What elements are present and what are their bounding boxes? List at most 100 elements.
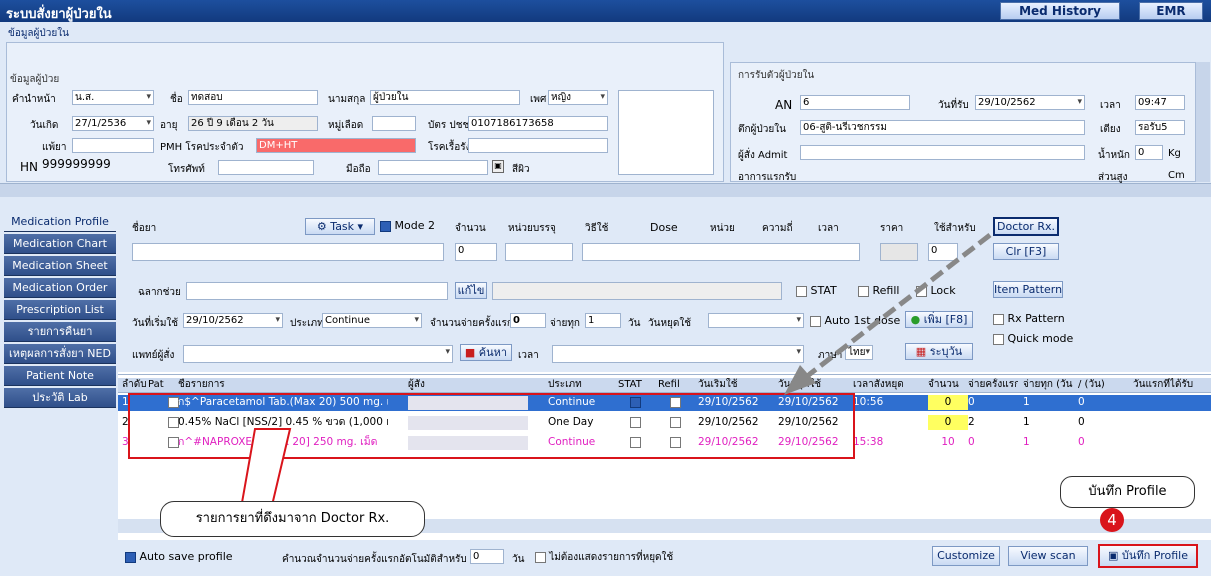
ward-field[interactable]: 06-สูติ-นรีเวชกรรม	[800, 120, 1085, 135]
grid-header-6[interactable]: Refil	[658, 378, 693, 392]
quick-mode-checkbox[interactable]: Quick mode	[993, 332, 1073, 345]
method-label: วิธีใช้	[585, 223, 609, 234]
tab-6[interactable]: เหตุผลการสั่งยา NED	[4, 344, 116, 364]
start-date-field[interactable]: 29/10/2562	[183, 313, 283, 328]
save-profile-button[interactable]: ▣ บันทึก Profile	[1098, 544, 1198, 568]
hn-field[interactable]: 999999999	[40, 158, 154, 173]
tab-4[interactable]: Prescription List	[4, 300, 116, 320]
autosave-checkbox[interactable]: Auto save profile	[125, 550, 233, 563]
qty-label: จำนวน	[455, 223, 486, 234]
tab-0[interactable]: Medication Profile	[4, 212, 116, 232]
mode2-checkbox[interactable]: Mode 2	[380, 219, 435, 232]
calc-label: คำนวณจำนวนจ่ายครั้งแรกอัตโนมัติสำหรับ	[282, 554, 467, 565]
grid-header-4[interactable]: ประเภท	[548, 378, 618, 392]
weight-label: น้ำหนัก	[1098, 150, 1130, 161]
grid-header-7[interactable]: วันเริ่มใช้	[698, 378, 768, 392]
emr-button[interactable]: EMR	[1139, 2, 1203, 20]
save-callout-label: บันทึก Profile	[1060, 476, 1195, 508]
mobile-field[interactable]	[378, 160, 488, 175]
drug-label: ชื่อยา	[132, 223, 157, 234]
weight-field[interactable]: 0	[1135, 145, 1163, 160]
grid-header-13[interactable]: / (วัน)	[1078, 378, 1128, 392]
clear-button[interactable]: Clr [F3]	[993, 243, 1059, 260]
allergy-label: แพ้ยา	[42, 142, 67, 153]
calc-unit: วัน	[512, 554, 525, 565]
admit-time-label: เวลา	[1100, 100, 1121, 111]
id-field[interactable]: 0107186173658	[468, 116, 608, 131]
arrow-annotation	[784, 233, 992, 395]
time2-field[interactable]	[552, 345, 804, 363]
sticker-field[interactable]	[186, 282, 448, 300]
bed-field[interactable]: รอรับ5	[1135, 120, 1185, 135]
scan-icon[interactable]: ▣	[492, 160, 504, 173]
grid-header-12[interactable]: จ่ายทุก (วัน	[1023, 378, 1078, 392]
type-select[interactable]: Continue	[322, 313, 422, 328]
med-history-button[interactable]: Med History	[1000, 2, 1120, 20]
view-scan-button[interactable]: View scan	[1008, 546, 1088, 566]
type-label: ประเภท	[290, 318, 324, 329]
tab-5[interactable]: รายการคืนยา	[4, 322, 116, 342]
time2-label: เวลา	[518, 350, 539, 361]
admit-scrollbar[interactable]	[1196, 62, 1210, 182]
cell-qty: 10	[941, 436, 955, 448]
every-label: จ่ายทุก	[550, 318, 580, 329]
pmh-field[interactable]: DM+HT	[256, 138, 416, 153]
dob-field[interactable]: 27/1/2536	[72, 116, 154, 131]
edit-button[interactable]: แก้ไข	[455, 282, 487, 299]
tab-1[interactable]: Medication Chart	[4, 234, 116, 254]
doctor-label: แพทย์ผู้สั่ง	[132, 350, 175, 361]
grid-header-2[interactable]: ชื่อรายการ	[178, 378, 388, 392]
task-button[interactable]: ⚙ Task ▾	[305, 218, 375, 235]
blood-field[interactable]	[372, 116, 416, 131]
patient-bar-label: ข้อมูลผู้ป่วยใน	[8, 28, 69, 39]
step-badge: 4	[1100, 508, 1124, 532]
cell-every: 1	[1023, 436, 1030, 448]
cell-per: 0	[1078, 436, 1085, 448]
every-field[interactable]: 1	[585, 313, 621, 328]
grid-header-14[interactable]: วันแรกที่ได้รับ	[1133, 378, 1211, 392]
pmh-label: PMH โรคประจำตัว	[160, 142, 244, 153]
drug-name-field[interactable]	[132, 243, 444, 261]
doctor-rx-button[interactable]: Doctor Rx.	[993, 217, 1059, 236]
unit-label: หน่วยบรรจุ	[508, 223, 556, 234]
tab-3[interactable]: Medication Order	[4, 278, 116, 298]
blood-label: หมู่เลือด	[328, 120, 364, 131]
id-label: บัตร ปชช.	[428, 120, 473, 131]
allergy-field[interactable]	[72, 138, 154, 153]
customize-button[interactable]: Customize	[932, 546, 1000, 566]
phone-field[interactable]	[218, 160, 314, 175]
cell-stop_time: 15:38	[853, 436, 884, 448]
chronic-field[interactable]	[468, 138, 608, 153]
rx-pattern-checkbox[interactable]: Rx Pattern	[993, 312, 1065, 325]
search-button[interactable]: ■ ค้นหา	[460, 344, 512, 361]
admit-date-label: วันที่รับ	[938, 100, 969, 111]
hide-stop-checkbox[interactable]: ไม่ต้องแสดงรายการที่หยุดใช้	[535, 550, 673, 565]
tab-7[interactable]: Patient Note	[4, 366, 116, 386]
first-dose-field[interactable]: 0	[510, 313, 546, 328]
tab-2[interactable]: Medication Sheet	[4, 256, 116, 276]
prefix-select[interactable]: น.ส.	[72, 90, 154, 105]
dob-label: วันเกิด	[30, 120, 59, 131]
unit-field[interactable]	[505, 243, 573, 261]
height-unit: Cm	[1168, 170, 1185, 181]
admit-time-field[interactable]: 09:47	[1135, 95, 1185, 110]
top-hscrollbar[interactable]	[0, 183, 1211, 197]
tab-8[interactable]: ประวัติ Lab	[4, 388, 116, 408]
doctor-field[interactable]	[183, 345, 453, 363]
surname-field[interactable]: ผู้ป่วยใน	[370, 90, 520, 105]
grid-header-5[interactable]: STAT	[618, 378, 653, 392]
admit-date-field[interactable]: 29/10/2562	[975, 95, 1085, 110]
dose-unit-label: หน่วย	[710, 223, 735, 234]
qty-field[interactable]: 0	[455, 243, 497, 261]
calc-field[interactable]: 0	[470, 549, 504, 564]
sex-select[interactable]: หญิง	[548, 90, 608, 105]
name-field[interactable]: ทดสอบ	[188, 90, 318, 105]
weight-unit: Kg	[1168, 148, 1181, 159]
autosave-label: Auto save profile	[139, 550, 233, 563]
admit-by-field[interactable]	[800, 145, 1085, 160]
cell-every: 1	[1023, 416, 1030, 428]
an-field[interactable]: 6	[800, 95, 910, 110]
grid-header: ลำดับ Pat ชื่อรายการ ผู้สั่ง ประเภท STAT Refil…	[118, 378, 1211, 393]
grid-header-3[interactable]: ผู้สั่ง	[408, 378, 528, 392]
item-pattern-button[interactable]: Item Pattern	[993, 281, 1063, 298]
